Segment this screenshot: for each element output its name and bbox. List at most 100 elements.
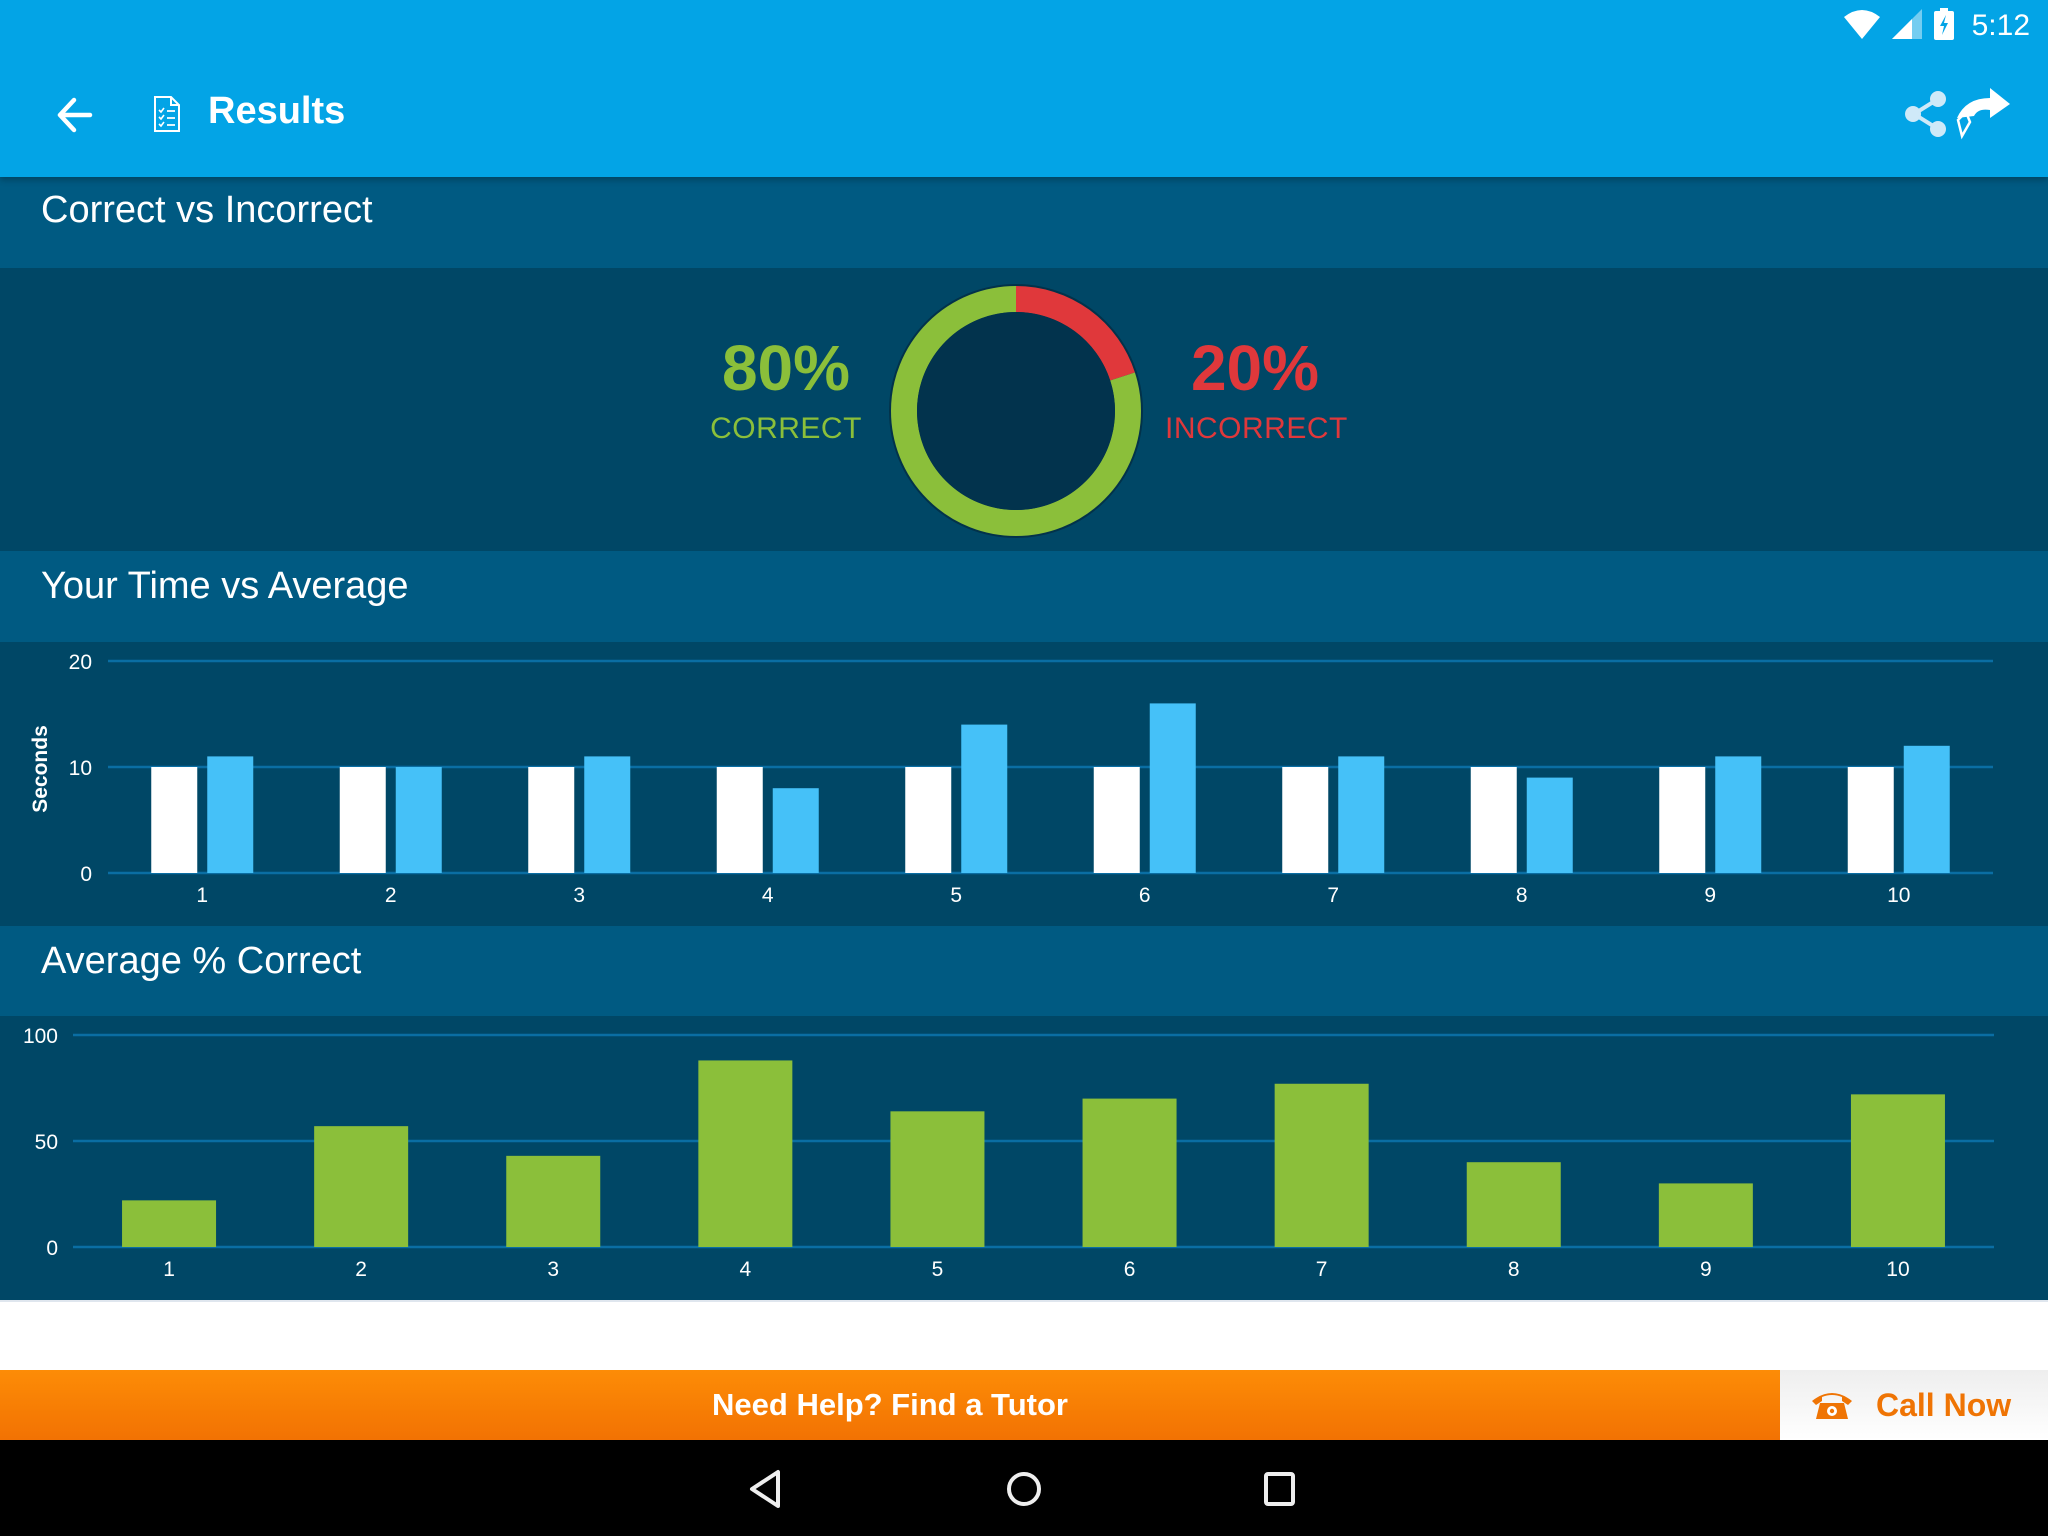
checklist-document-icon — [154, 96, 180, 132]
section-header-correct-vs-incorrect: Correct vs Incorrect — [0, 177, 2048, 268]
bar-series-b-1 — [207, 756, 254, 873]
x-tick-label: 2 — [385, 884, 397, 907]
donut-chart — [883, 278, 1149, 544]
x-tick-label: 8 — [1508, 1258, 1520, 1281]
results-screen: 5:12 Results Correct vs Incorrect 80% CO… — [0, 0, 2048, 1536]
bar-series-b-5 — [961, 724, 1008, 873]
x-tick-label: 7 — [1327, 884, 1339, 907]
bar-1 — [122, 1200, 217, 1247]
bar-series-b-6 — [1149, 703, 1196, 873]
status-bar: 5:12 — [1843, 6, 2030, 46]
bar-series-a-5 — [905, 767, 952, 873]
y-tick-label: 50 — [35, 1131, 58, 1154]
bar-series-a-2 — [339, 767, 386, 873]
share-button[interactable] — [1900, 88, 1952, 140]
find-tutor-text: Need Help? Find a Tutor — [712, 1387, 1068, 1422]
bar-3 — [506, 1155, 601, 1247]
incorrect-percentage: 20% — [1190, 332, 1320, 404]
x-tick-label: 7 — [1316, 1258, 1328, 1281]
forward-share-button[interactable] — [1952, 84, 2018, 144]
donut-center — [917, 312, 1115, 510]
y-tick-label: 10 — [69, 757, 92, 780]
x-tick-label: 4 — [740, 1258, 752, 1281]
nav-recents-button[interactable] — [1252, 1462, 1308, 1516]
x-tick-label: 4 — [762, 884, 774, 907]
system-nav-bar — [0, 1440, 2048, 1536]
correct-label: CORRECT — [710, 412, 862, 445]
bar-series-a-8 — [1470, 767, 1517, 873]
x-tick-label: 6 — [1139, 884, 1151, 907]
incorrect-summary: 20% INCORRECT — [1165, 332, 1347, 446]
bar-series-b-10 — [1903, 745, 1950, 873]
x-tick-label: 3 — [573, 884, 585, 907]
share-icon — [1905, 91, 1946, 137]
bar-series-b-3 — [584, 756, 631, 873]
find-tutor-banner[interactable]: Need Help? Find a Tutor — [0, 1370, 1780, 1440]
toolbar: Results — [0, 70, 2048, 160]
status-time: 5:12 — [1971, 9, 2030, 42]
page-title: Results — [208, 90, 346, 132]
time-bar-chart: 0 10 20 Seconds 1 2 3 4 5 6 7 8 9 10 — [29, 651, 1993, 907]
y-tick-label: 0 — [80, 863, 92, 886]
app-bar: 5:12 Results — [0, 0, 2048, 177]
back-triangle-icon — [750, 1470, 780, 1508]
bar-series-a-7 — [1282, 767, 1329, 873]
x-tick-label: 5 — [950, 884, 962, 907]
bar-4 — [698, 1060, 793, 1247]
home-circle-icon — [1007, 1472, 1041, 1506]
back-button[interactable] — [52, 92, 108, 138]
correct-vs-incorrect-panel: 80% CORRECT 20% INCORRECT — [0, 268, 2048, 551]
bar-series-b-4 — [772, 788, 819, 873]
bar-5 — [890, 1111, 985, 1247]
bar-series-a-10 — [1847, 767, 1894, 873]
bar-series-a-1 — [151, 767, 198, 873]
y-tick-label: 0 — [46, 1237, 58, 1260]
bar-2 — [314, 1126, 409, 1247]
telephone-icon — [1812, 1393, 1852, 1419]
y-tick-label: 100 — [23, 1025, 58, 1048]
battery-charging-icon — [1933, 7, 1954, 45]
bar-series-a-3 — [528, 767, 575, 873]
forward-share-icon — [1956, 88, 2010, 140]
x-tick-label: 3 — [547, 1258, 559, 1281]
content-spacer — [0, 1300, 2048, 1370]
correct-summary: 80% CORRECT — [700, 336, 872, 446]
x-tick-label: 5 — [932, 1258, 944, 1281]
bar-6 — [1082, 1098, 1177, 1247]
bar-series-b-2 — [395, 767, 442, 873]
average-correct-bar-chart: 0 50 100 1 2 3 4 5 6 7 8 9 10 — [23, 1025, 1994, 1281]
recents-square-icon — [1264, 1472, 1295, 1506]
cell-signal-icon — [1891, 8, 1922, 44]
bar-7 — [1274, 1083, 1369, 1247]
nav-home-button[interactable] — [996, 1462, 1052, 1516]
bar-10 — [1850, 1094, 1945, 1247]
bar-series-b-9 — [1715, 756, 1762, 873]
y-axis-label: Seconds — [29, 725, 52, 813]
bar-series-a-4 — [716, 767, 763, 873]
bar-series-a-9 — [1659, 767, 1706, 873]
x-tick-label: 8 — [1516, 884, 1528, 907]
x-tick-label: 2 — [355, 1258, 367, 1281]
section-header-average-correct: Average % Correct — [0, 926, 2048, 1016]
bar-8 — [1466, 1162, 1561, 1247]
donut-chart-svg — [889, 284, 1143, 538]
bar-series-a-6 — [1093, 767, 1140, 873]
correct-percentage: 80% — [721, 332, 851, 404]
wifi-icon — [1843, 9, 1880, 44]
bar-series-b-7 — [1338, 756, 1385, 873]
x-tick-label: 9 — [1700, 1258, 1712, 1281]
arrow-left-icon — [57, 97, 93, 133]
bar-9 — [1658, 1183, 1753, 1247]
section-header-time-vs-average: Your Time vs Average — [0, 551, 2048, 642]
call-now-label: Call Now — [1876, 1386, 2012, 1423]
x-tick-label: 6 — [1124, 1258, 1136, 1281]
y-tick-label: 20 — [69, 651, 92, 674]
x-tick-label: 9 — [1704, 884, 1716, 907]
nav-back-button[interactable] — [740, 1462, 796, 1516]
x-tick-label: 10 — [1886, 1258, 1909, 1281]
call-now-button[interactable]: Call Now — [1780, 1370, 2048, 1440]
time-vs-average-panel: 0 10 20 Seconds 1 2 3 4 5 6 7 8 9 10 — [0, 642, 2048, 926]
x-tick-label: 1 — [163, 1258, 175, 1281]
average-correct-panel: 0 50 100 1 2 3 4 5 6 7 8 9 10 — [0, 1016, 2048, 1300]
x-tick-label: 10 — [1887, 884, 1910, 907]
